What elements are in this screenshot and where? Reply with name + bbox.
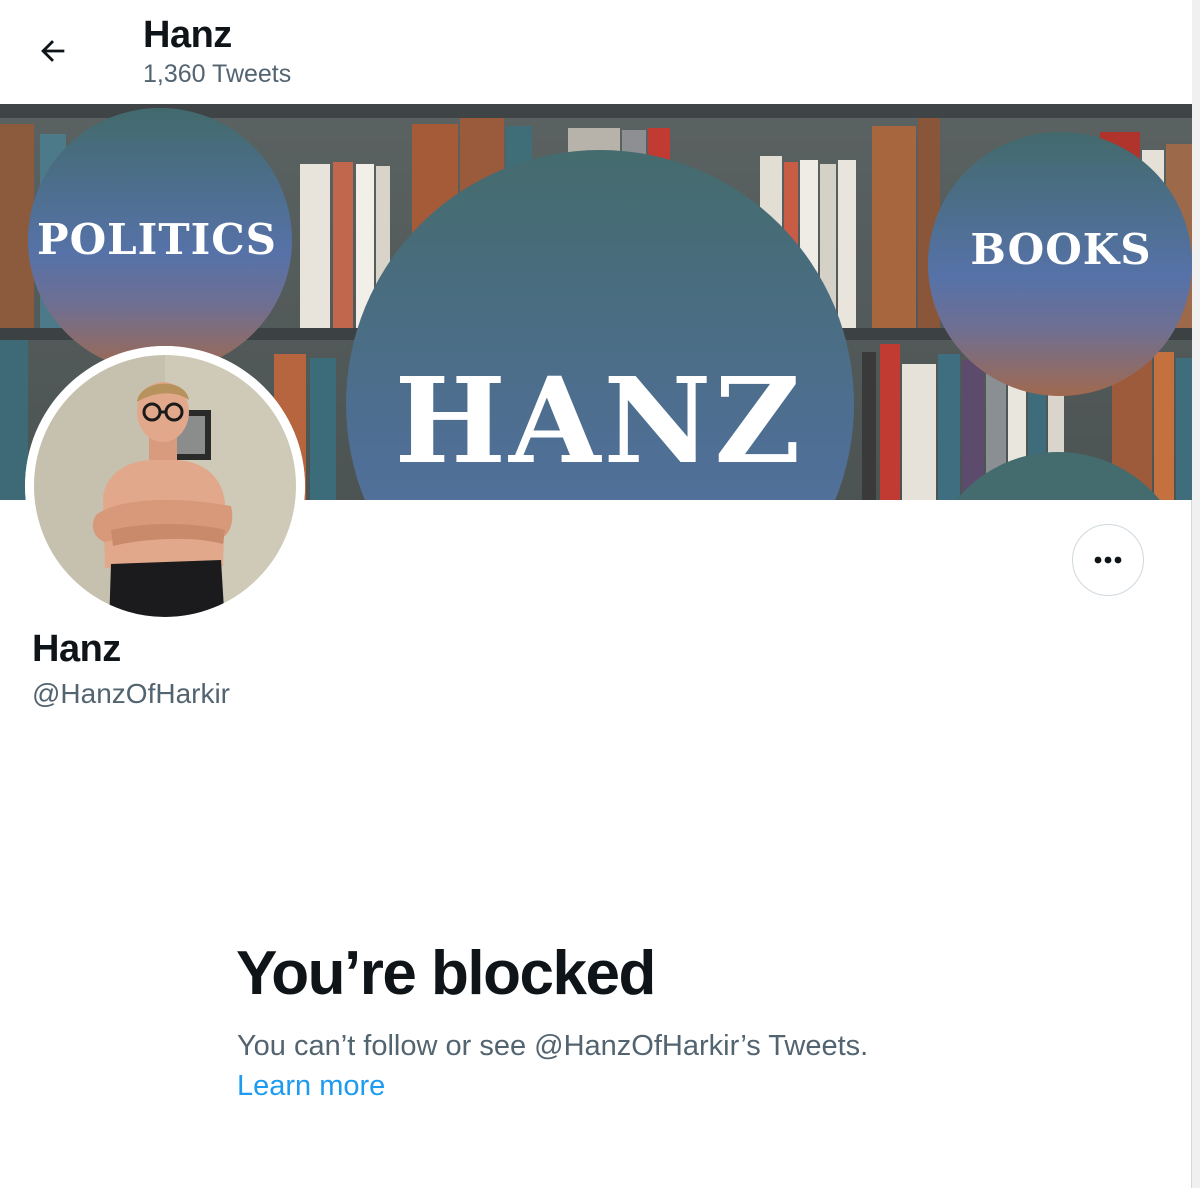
profile-page: Hanz 1,360 Tweets POLITICS BOOKS HANZ Ha…: [0, 0, 1200, 1188]
profile-handle: @HanzOfHarkir: [32, 678, 231, 709]
learn-more-link[interactable]: Learn more: [237, 1070, 385, 1103]
profile-header-bar: Hanz 1,360 Tweets: [0, 0, 1192, 104]
back-button[interactable]: [24, 22, 82, 80]
arrow-left-icon: [41, 40, 65, 62]
more-horizontal-icon: [1094, 556, 1122, 564]
blocked-title: You’re blocked: [236, 939, 656, 1008]
books-label: BOOKS: [970, 225, 1151, 274]
hanz-banner-label: HANZ: [394, 351, 803, 490]
profile-avatar[interactable]: [25, 346, 305, 626]
politics-label: POLITICS: [37, 215, 277, 264]
header-tweet-count: 1,360 Tweets: [143, 60, 292, 88]
header-display-name: Hanz: [143, 14, 232, 56]
scrollbar-track[interactable]: [1191, 0, 1200, 1188]
blocked-description: You can’t follow or see @HanzOfHarkir’s …: [237, 1030, 869, 1062]
profile-display-name: Hanz: [32, 628, 121, 670]
more-options-button[interactable]: [1072, 524, 1144, 596]
